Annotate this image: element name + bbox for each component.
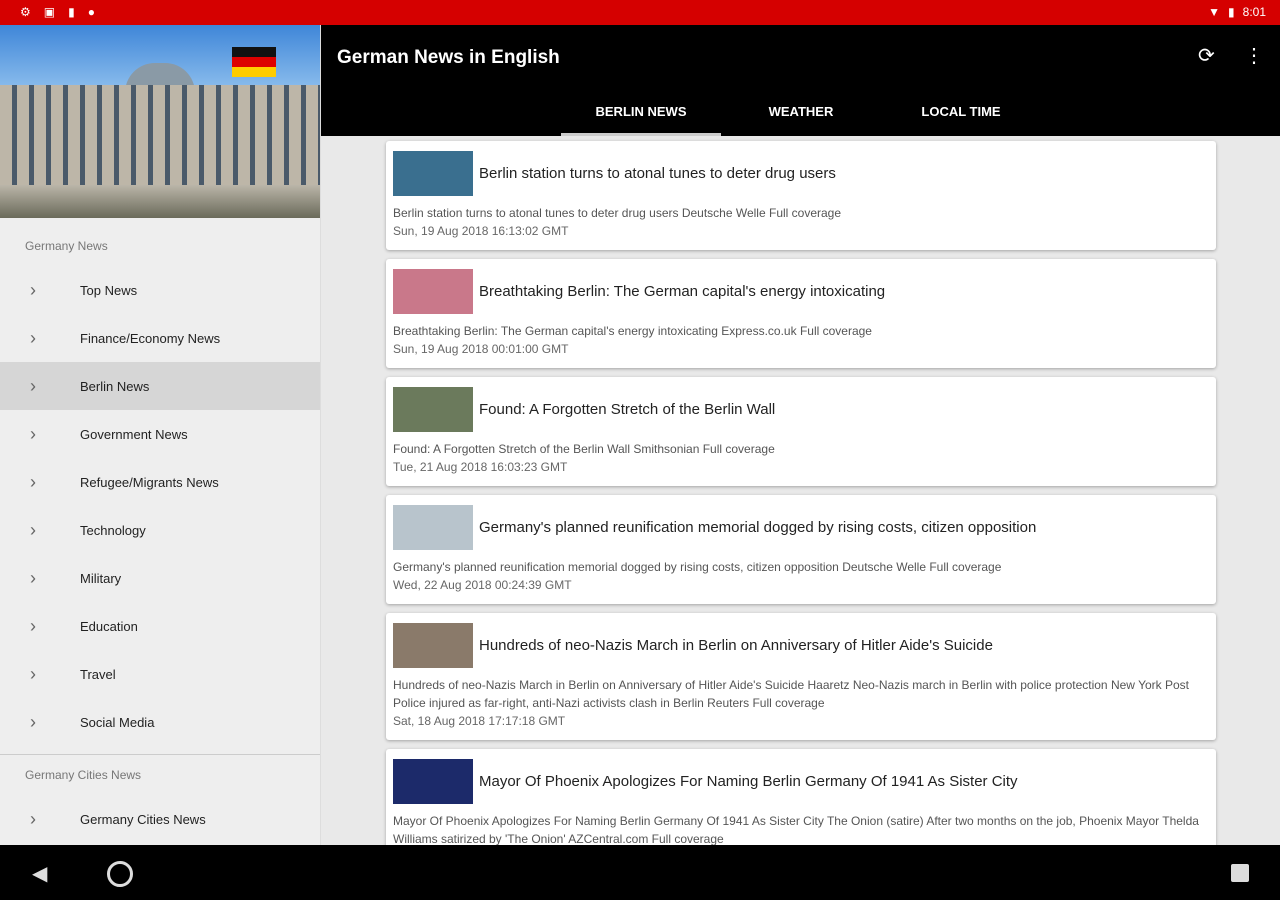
gear-icon: ⚙ xyxy=(20,5,31,19)
tab[interactable]: LOCAL TIME xyxy=(881,91,1041,136)
sidebar-item[interactable]: › Social Media xyxy=(0,698,320,746)
chevron-right-icon: › xyxy=(30,615,36,636)
article-title[interactable]: Breathtaking Berlin: The German capital'… xyxy=(479,283,885,300)
chevron-right-icon: › xyxy=(30,567,36,588)
article-date: Sun, 19 Aug 2018 00:01:00 GMT xyxy=(393,342,569,356)
news-card[interactable]: Found: A Forgotten Stretch of the Berlin… xyxy=(386,377,1216,486)
chevron-right-icon: › xyxy=(30,471,36,492)
sidebar-item[interactable]: › Germany Cities News xyxy=(0,795,320,843)
sidebar-item[interactable]: › Berlin News xyxy=(0,362,320,410)
article-thumbnail xyxy=(393,622,473,668)
sidebar-item-label: Technology xyxy=(80,522,146,538)
chevron-right-icon: › xyxy=(30,808,36,829)
news-list[interactable]: Berlin station turns to atonal tunes to … xyxy=(386,141,1216,885)
article-description: Hundreds of neo-Nazis March in Berlin on… xyxy=(393,678,1189,710)
sidebar-item-label: Berlin News xyxy=(80,378,150,394)
status-bar: ⚙ ▣ ▮ ● ▼ ▮ 8:01 xyxy=(0,0,1280,25)
more-vert-icon[interactable]: ⋮ xyxy=(1244,43,1264,68)
home-icon[interactable] xyxy=(107,861,133,887)
news-card[interactable]: Berlin station turns to atonal tunes to … xyxy=(386,141,1216,250)
battery-icon: ▮ xyxy=(1228,5,1235,19)
section-header: Germany Cities News xyxy=(25,768,142,782)
app-bar: German News in English ⟳ ⋮ BERLIN NEWS WE… xyxy=(321,25,1280,136)
sidebar-item[interactable]: › Technology xyxy=(0,506,320,554)
article-thumbnail xyxy=(393,268,473,314)
article-thumbnail xyxy=(393,386,473,432)
sidebar-item-label: Government News xyxy=(80,426,188,442)
wifi-icon: ▼ xyxy=(1208,5,1221,19)
article-date: Sun, 19 Aug 2018 16:13:02 GMT xyxy=(393,224,569,238)
clipboard-icon: ▮ xyxy=(68,5,75,19)
clock: 8:01 xyxy=(1242,5,1266,19)
article-thumbnail xyxy=(393,150,473,196)
sidebar-item[interactable]: › Finance/Economy News xyxy=(0,314,320,362)
article-date: Sat, 18 Aug 2018 17:17:18 GMT xyxy=(393,714,566,728)
tab[interactable]: WEATHER xyxy=(721,91,881,136)
navigation-drawer: Germany News › Top News › Finance/Economy N… xyxy=(0,25,321,845)
german-flag xyxy=(232,47,276,77)
news-card[interactable]: Germany's planned reunification memorial… xyxy=(386,495,1216,604)
sidebar-item[interactable]: › Refugee/Migrants News xyxy=(0,458,320,506)
sidebar-item-label: Finance/Economy News xyxy=(80,330,221,346)
chevron-right-icon: › xyxy=(30,327,36,348)
article-date: Wed, 22 Aug 2018 00:24:39 GMT xyxy=(393,578,572,592)
sidebar-item-label: Refugee/Migrants News xyxy=(80,474,219,490)
sidebar-item-label: Military xyxy=(80,570,122,586)
chevron-right-icon: › xyxy=(30,279,36,300)
sidebar-item-label: Travel xyxy=(80,666,116,682)
article-title[interactable]: Hundreds of neo-Nazis March in Berlin on… xyxy=(479,637,993,654)
section-header: Germany News xyxy=(25,239,108,253)
sidebar-item[interactable]: › Government News xyxy=(0,410,320,458)
chevron-right-icon: › xyxy=(30,663,36,684)
article-description: Germany's planned reunification memorial… xyxy=(393,560,1002,574)
chevron-right-icon: › xyxy=(30,375,36,396)
reichstag-image xyxy=(0,25,320,218)
sidebar-item-label: Education xyxy=(80,618,138,634)
record-icon: ● xyxy=(87,5,95,19)
news-card[interactable]: Breathtaking Berlin: The German capital'… xyxy=(386,259,1216,368)
news-card[interactable]: Hundreds of neo-Nazis March in Berlin on… xyxy=(386,613,1216,740)
article-title[interactable]: Mayor Of Phoenix Apologizes For Naming B… xyxy=(479,773,1018,790)
article-description: Breathtaking Berlin: The German capital'… xyxy=(393,324,872,338)
article-date: Tue, 21 Aug 2018 16:03:23 GMT xyxy=(393,460,568,474)
recents-icon[interactable] xyxy=(1231,864,1249,882)
article-description: Berlin station turns to atonal tunes to … xyxy=(393,206,842,220)
sidebar-item[interactable]: › Travel xyxy=(0,650,320,698)
sim-icon: ▣ xyxy=(43,5,56,19)
article-thumbnail xyxy=(393,504,473,550)
article-description: Mayor Of Phoenix Apologizes For Naming B… xyxy=(393,814,1199,846)
article-title[interactable]: Berlin station turns to atonal tunes to … xyxy=(479,165,836,182)
app-title: German News in English xyxy=(337,47,560,68)
article-description: Found: A Forgotten Stretch of the Berlin… xyxy=(393,442,775,456)
sidebar-item-label: Social Media xyxy=(80,714,155,730)
sidebar-item[interactable]: › Top News xyxy=(0,266,320,314)
refresh-icon[interactable]: ⟳ xyxy=(1198,43,1215,68)
sidebar-item[interactable]: › Military xyxy=(0,554,320,602)
chevron-right-icon: › xyxy=(30,711,36,732)
article-thumbnail xyxy=(393,758,473,804)
sidebar-item-label: Top News xyxy=(80,282,138,298)
chevron-right-icon: › xyxy=(30,519,36,540)
back-icon[interactable]: ◀ xyxy=(32,861,47,886)
article-title[interactable]: Found: A Forgotten Stretch of the Berlin… xyxy=(479,401,775,418)
sidebar-item[interactable]: › Education xyxy=(0,602,320,650)
chevron-right-icon: › xyxy=(30,423,36,444)
article-title[interactable]: Germany's planned reunification memorial… xyxy=(479,519,1036,536)
navigation-bar: ◀ xyxy=(0,845,1280,900)
tab[interactable]: BERLIN NEWS xyxy=(561,91,721,136)
sidebar-item-label: Germany Cities News xyxy=(80,811,206,827)
